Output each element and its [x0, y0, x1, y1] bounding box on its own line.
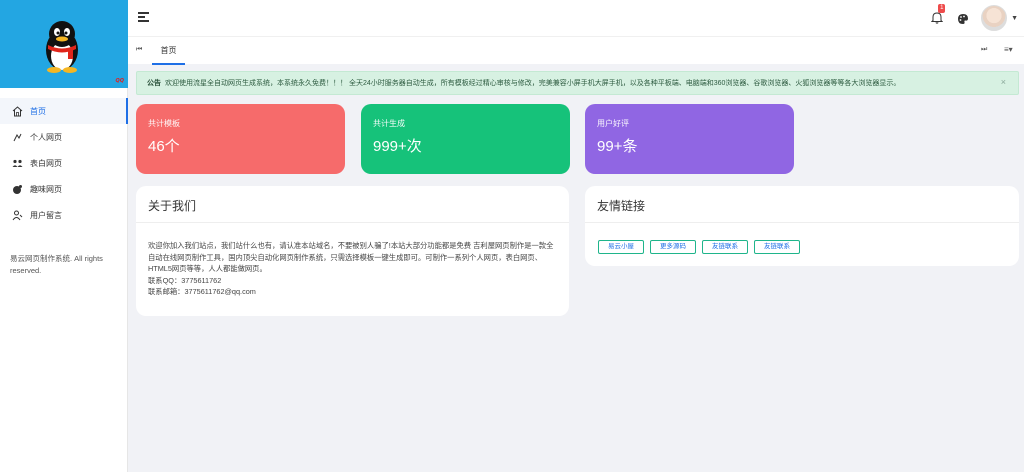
friend-link[interactable]: 友链联系	[754, 240, 800, 254]
sidebar-item-label: 首页	[30, 106, 46, 116]
tab-home[interactable]: 首页	[152, 37, 185, 65]
sidebar-footer: 易云网页制作系统. All rights reserved.	[10, 254, 103, 275]
friend-links-panel: 友情链接 易云小屋 更多源码 友链联系 友链联系	[585, 186, 1019, 266]
stat-card-templates: 共计模板 46个	[136, 104, 345, 174]
about-description: 欢迎你加入我们站点，我们站什么也有，请认准本站域名，不要被别人骗了!本站大部分功…	[148, 241, 554, 273]
home-icon	[11, 105, 23, 117]
friend-links-title: 友情链接	[597, 199, 646, 213]
sidebar-item-label: 个人网页	[30, 132, 62, 142]
hamburger-icon[interactable]	[138, 12, 149, 22]
logo-text: QQ	[115, 78, 124, 84]
friend-link[interactable]: 易云小屋	[598, 240, 644, 254]
tab-scroll-right-icon[interactable]: ⏭	[981, 46, 987, 54]
sidebar-item-home[interactable]: 首页	[0, 98, 128, 124]
stat-label: 用户好评	[597, 119, 629, 128]
sidebar-item-personal[interactable]: 个人网页	[0, 124, 128, 150]
divider	[136, 222, 569, 223]
announcement-text: 欢迎使用流星全自动网页生成系统，本系统永久免费！！！ 全天24小时服务器自动生成…	[165, 80, 901, 87]
announcement-banner: 公告 欢迎使用流星全自动网页生成系统，本系统永久免费！！！ 全天24小时服务器自…	[136, 71, 1019, 95]
palette-icon[interactable]	[957, 12, 969, 24]
friend-links-list: 易云小屋 更多源码 友链联系 友链联系	[598, 240, 806, 254]
message-icon	[11, 209, 23, 221]
stat-value: 99+条	[597, 138, 638, 155]
sidebar-item-label: 趣味网页	[30, 184, 62, 194]
avatar[interactable]	[981, 5, 1008, 31]
stat-card-generated: 共计生成 999+次	[361, 104, 570, 174]
stat-value: 46个	[148, 138, 180, 155]
sidebar-item-label: 表白网页	[30, 158, 62, 168]
friend-link[interactable]: 友链联系	[702, 240, 748, 254]
friend-link[interactable]: 更多源码	[650, 240, 696, 254]
stat-card-reviews: 用户好评 99+条	[585, 104, 794, 174]
about-qq: 联系QQ：3775611762	[148, 275, 222, 285]
about-title: 关于我们	[148, 199, 197, 213]
logo[interactable]: QQ	[0, 0, 128, 88]
stat-value: 999+次	[373, 138, 422, 155]
fun-icon	[11, 183, 23, 195]
about-email: 联系邮箱：3775611762@qq.com	[148, 287, 256, 296]
sidebar-menu: 首页 个人网页 表白网页 趣味网页 用户留言	[0, 98, 128, 228]
close-icon[interactable]: ×	[1001, 77, 1006, 87]
stat-label: 共计生成	[373, 119, 405, 128]
tabs-bar: ⏮ 首页 ⏭ ≡▾	[128, 36, 1024, 65]
divider	[585, 222, 1019, 223]
sidebar-item-messages[interactable]: 用户留言	[0, 202, 128, 228]
sidebar-item-fun[interactable]: 趣味网页	[0, 176, 128, 202]
tab-options-icon[interactable]: ≡▾	[1004, 45, 1013, 54]
announcement-title: 公告	[147, 80, 161, 87]
chevron-down-icon[interactable]: ▼	[1011, 15, 1018, 22]
about-body: 欢迎你加入我们站点，我们站什么也有，请认准本站域名，不要被别人骗了!本站大部分功…	[148, 240, 560, 298]
notification-badge: 1	[938, 4, 946, 13]
top-header: 1 ▼	[128, 0, 1024, 36]
bell-icon[interactable]: 1	[930, 4, 946, 25]
heart-users-icon	[11, 157, 23, 169]
about-panel: 关于我们 欢迎你加入我们站点，我们站什么也有，请认准本站域名，不要被别人骗了!本…	[136, 186, 569, 316]
stat-label: 共计模板	[148, 119, 180, 128]
sidebar-item-confession[interactable]: 表白网页	[0, 150, 128, 176]
person-icon	[11, 131, 23, 143]
penguin-logo-icon	[46, 21, 78, 73]
sidebar-item-label: 用户留言	[30, 210, 62, 220]
tab-scroll-left-icon[interactable]: ⏮	[136, 46, 142, 54]
sidebar: QQ 首页 个人网页 表白网页 趣味网页 用户留言 易云网页制作系统. All …	[0, 0, 128, 472]
